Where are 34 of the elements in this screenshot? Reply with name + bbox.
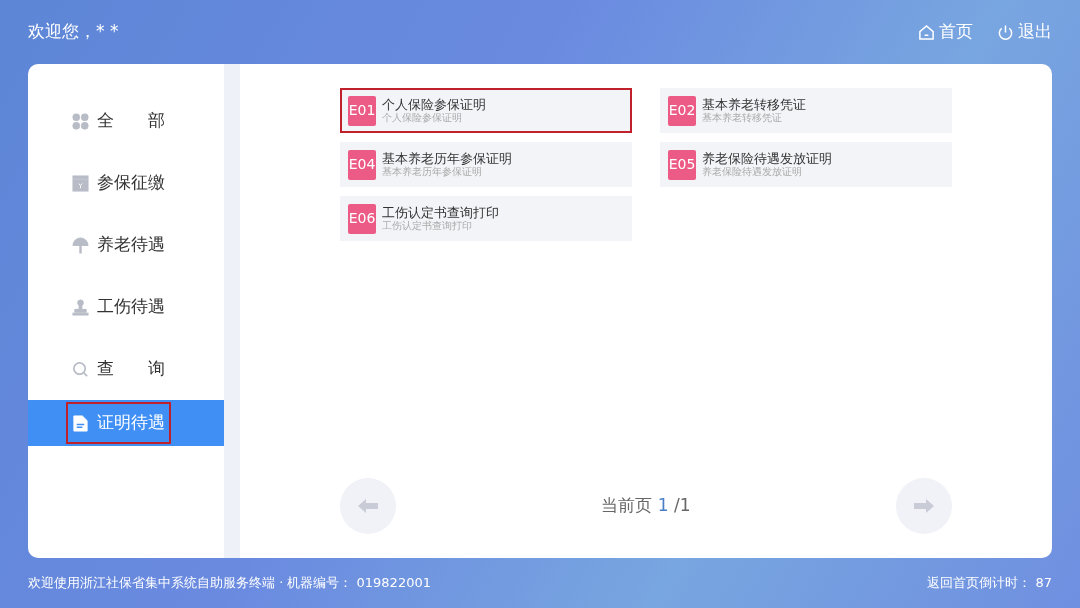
service-code: E06 [348,203,376,234]
sidebar-item[interactable]: 养老待遇 [28,214,225,276]
welcome-text: 欢迎您，* * [28,20,119,44]
document-icon [72,414,89,432]
service-subtitle: 个人保险参保证明 [382,112,463,125]
service-code: E05 [668,149,696,180]
service-subtitle: 养老保险待遇发放证明 [702,166,803,179]
sidebar-item[interactable]: 工伤待遇 [28,276,225,338]
umbrella-icon [72,236,89,254]
service-title: 养老保险待遇发放证明 [702,150,832,166]
service-subtitle: 基本养老转移凭证 [702,112,783,125]
arrow-left-icon [357,498,379,514]
home-icon [918,23,935,41]
service-title: 基本养老转移凭证 [702,96,806,112]
sidebar-item[interactable]: 参保征缴 [28,152,225,214]
service-subtitle: 基本养老历年参保证明 [382,166,483,179]
service-code: E01 [348,95,376,126]
power-icon [997,23,1014,41]
page-indicator: 当前页 1 /1 [601,494,691,518]
service-title: 基本养老历年参保证明 [382,150,512,166]
arrow-right-icon [913,498,935,514]
wallet-icon [72,174,89,192]
search-icon [72,360,89,378]
service-subtitle: 工伤认定书查询打印 [382,220,473,233]
grid-icon [72,112,89,130]
countdown-text: 返回首页倒计时： 87 [927,574,1052,593]
service-title: 个人保险参保证明 [382,96,486,113]
stamp-icon [72,298,89,316]
sidebar-item[interactable]: 全 部 [28,90,225,152]
service-title: 工伤认定书查询打印 [382,204,499,220]
service-code: E02 [668,95,696,126]
sidebar-item[interactable]: 查 询 [28,338,225,400]
service-code: E04 [348,149,376,180]
terminal-info-text: 欢迎使用浙江社保省集中系统自助服务终端 · 机器编号： 019822001 [28,574,431,593]
